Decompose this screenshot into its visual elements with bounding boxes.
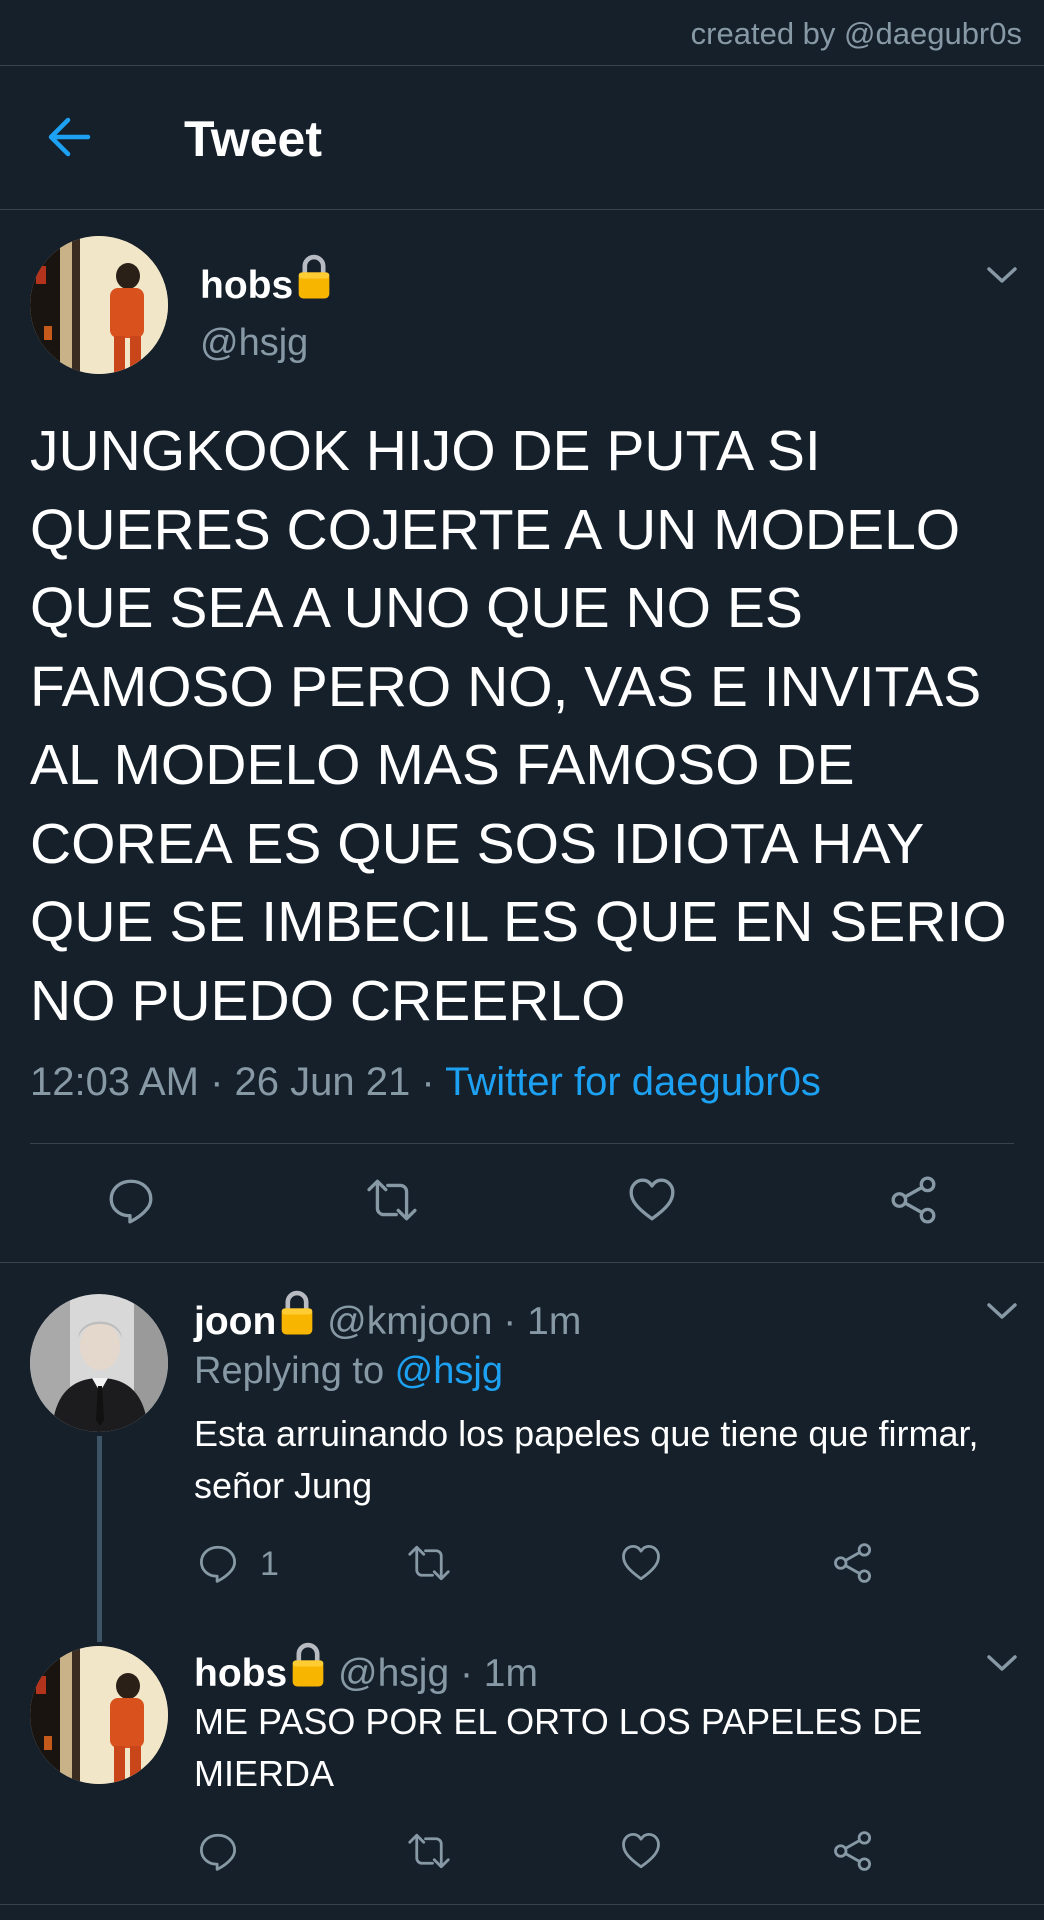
like-button[interactable] — [627, 1175, 677, 1225]
author-name[interactable]: hobs — [200, 254, 333, 308]
divider — [0, 1904, 1044, 1905]
replying-to-label: Replying to — [194, 1350, 395, 1392]
reply-text: ME PASO POR EL ORTO LOS PAPELES DE MIERD… — [194, 1701, 923, 1794]
like-icon — [620, 1542, 662, 1584]
like-icon — [627, 1175, 677, 1225]
page-title: Tweet — [184, 111, 322, 167]
thread-line — [97, 1436, 102, 1642]
lock-icon — [289, 1642, 327, 1688]
avatar[interactable] — [30, 1646, 168, 1784]
reply-handle[interactable]: @hsjg · 1m — [338, 1652, 538, 1695]
chevron-down-icon[interactable] — [985, 1652, 1019, 1674]
share-icon — [832, 1542, 874, 1584]
avatar[interactable] — [30, 1294, 168, 1432]
chevron-down-icon[interactable] — [985, 1300, 1019, 1322]
divider — [30, 1143, 1014, 1144]
replying-to: Replying to @hsjg — [194, 1350, 503, 1393]
retweet-button[interactable] — [406, 1830, 452, 1872]
mention-link[interactable]: @hsjg — [395, 1350, 503, 1392]
retweet-icon — [364, 1175, 420, 1225]
share-icon — [832, 1830, 874, 1872]
like-button[interactable] — [620, 1542, 662, 1584]
share-button[interactable] — [832, 1830, 874, 1872]
credit-bar: created by @daegubr0s — [0, 0, 1044, 66]
reply-author-name[interactable]: hobs — [194, 1652, 287, 1695]
credit-text: created by @daegubr0s — [690, 16, 1022, 51]
tweet-meta: 12:03 AM · 26 Jun 21 · Twitter for daegu… — [30, 1060, 821, 1105]
reply-author-name[interactable]: joon — [194, 1300, 276, 1343]
arrow-left-icon — [48, 117, 91, 157]
tweet-text: JUNGKOOK HIJO DE PUTA SI QUERES COJERTE … — [30, 419, 1007, 1033]
reply-button[interactable] — [106, 1175, 156, 1225]
like-icon — [620, 1830, 662, 1872]
retweet-button[interactable] — [364, 1175, 420, 1225]
author-handle[interactable]: @hsjg — [200, 322, 308, 365]
tweet-source-link[interactable]: Twitter for daegubr0s — [445, 1060, 821, 1104]
reply-icon — [106, 1175, 156, 1225]
reply-handle[interactable]: @kmjoon · 1m — [327, 1300, 581, 1343]
header: Tweet — [0, 66, 1044, 210]
reply-count: 1 — [260, 1545, 279, 1583]
reply-icon — [197, 1830, 239, 1872]
author-name-text: hobs — [200, 264, 294, 307]
back-button[interactable] — [44, 114, 94, 160]
like-button[interactable] — [620, 1830, 662, 1872]
share-icon — [889, 1175, 939, 1225]
reply-button[interactable] — [197, 1830, 239, 1872]
reply-text: Esta arruinando los papeles que tiene qu… — [194, 1413, 979, 1506]
lock-icon — [295, 254, 333, 300]
tweet-timestamp: 12:03 AM · 26 Jun 21 · — [30, 1060, 446, 1104]
reply-header: joon @kmjoon · 1m — [194, 1290, 581, 1344]
retweet-button[interactable] — [406, 1542, 452, 1584]
retweet-icon — [406, 1830, 452, 1872]
share-button[interactable] — [889, 1175, 939, 1225]
reply-button[interactable] — [197, 1542, 239, 1584]
share-button[interactable] — [832, 1542, 874, 1584]
chevron-down-icon[interactable] — [985, 264, 1019, 286]
reply-header: hobs @hsjg · 1m — [194, 1642, 538, 1696]
reply-icon — [197, 1542, 239, 1584]
lock-icon — [278, 1290, 316, 1336]
retweet-icon — [406, 1542, 452, 1584]
avatar[interactable] — [30, 236, 168, 374]
divider — [0, 1262, 1044, 1263]
